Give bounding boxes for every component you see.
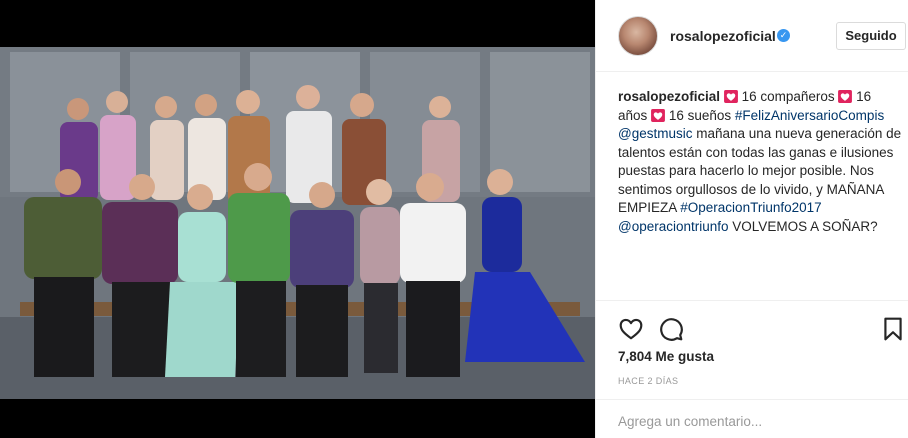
speech-bubble-icon[interactable] (658, 316, 684, 342)
group-photo-illustration (0, 47, 595, 399)
red-heart-emoji-icon (651, 108, 665, 122)
hashtag-link-operaciontriunfo2017[interactable]: #OperacionTriunfo2017 (680, 200, 821, 215)
post-media (0, 0, 595, 438)
post-header: rosalopezoficial ✓ Seguido (596, 0, 908, 72)
mention-link-gestmusic[interactable]: @gestmusic (618, 126, 692, 141)
header-username[interactable]: rosalopezoficial (670, 28, 776, 44)
caption-username[interactable]: rosalopezoficial (618, 89, 720, 104)
comment-input[interactable] (618, 410, 888, 432)
caption-text-companions: 16 compañeros (741, 89, 835, 104)
mention-link-operaciontriunfo[interactable]: @operaciontriunfo (618, 219, 729, 234)
verified-badge-icon: ✓ (777, 29, 790, 42)
group-photo[interactable] (0, 47, 595, 399)
post-caption: rosalopezoficial 16 compañeros 16 años 1… (618, 88, 903, 236)
like-count[interactable]: 7,804 Me gusta (618, 349, 714, 364)
post-timestamp[interactable]: HACE 2 DÍAS (618, 376, 678, 386)
red-heart-emoji-icon (723, 90, 738, 103)
hashtag-link-aniversario[interactable]: #FelizAniversarioCompis (735, 108, 884, 123)
post-actions: 7,804 Me gusta HACE 2 DÍAS (596, 300, 908, 438)
heart-outline-icon[interactable] (618, 316, 644, 342)
avatar[interactable] (618, 16, 658, 56)
red-heart-emoji-icon (838, 90, 853, 103)
following-button[interactable]: Seguido (836, 22, 906, 50)
caption-closing-text: VOLVEMOS A SOÑAR? (732, 218, 878, 234)
bookmark-icon[interactable] (880, 316, 906, 342)
comment-box (596, 399, 908, 438)
caption-text-dreams: 16 sueños (668, 107, 732, 123)
post-sidebar: rosalopezoficial ✓ Seguido rosalopezofic… (595, 0, 908, 438)
